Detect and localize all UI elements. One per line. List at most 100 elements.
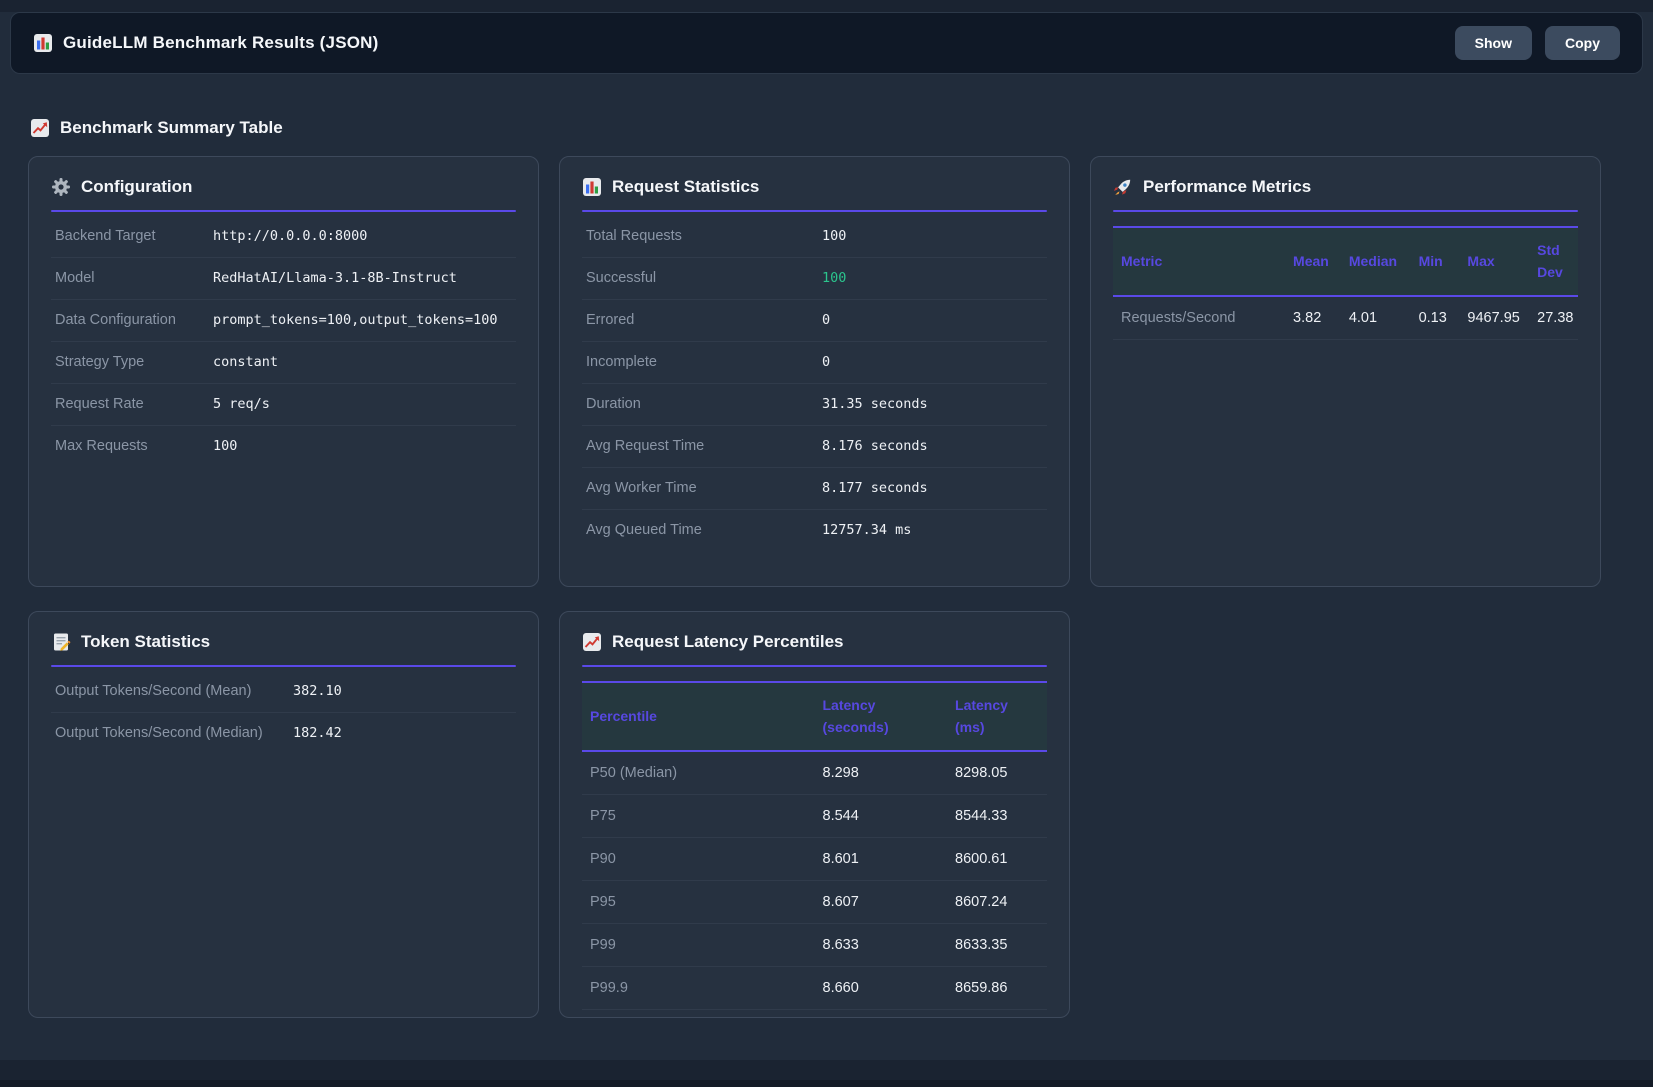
performance-metrics-table: MetricMeanMedianMinMaxStd DevRequests/Se… — [1113, 226, 1578, 340]
stat-value: 100 — [822, 228, 846, 244]
value-cell: 8298.05 — [947, 751, 1047, 795]
stat-value: 0 — [822, 312, 830, 328]
header-title-group: GuideLLM Benchmark Results (JSON) — [33, 33, 379, 53]
value-cell: 9467.95 — [1459, 296, 1529, 340]
stat-value: 0 — [822, 354, 830, 370]
rocket-icon — [1113, 177, 1133, 197]
stat-value: 100 — [213, 438, 237, 454]
header-bar: GuideLLM Benchmark Results (JSON) Show C… — [10, 12, 1643, 74]
stat-row: Output Tokens/Second (Median)182.42 — [51, 713, 516, 754]
bar-chart-icon — [582, 177, 602, 197]
stat-label: Errored — [586, 312, 822, 328]
request-statistics-stats: Total Requests100Successful100Errored0In… — [582, 216, 1047, 551]
stat-label: Output Tokens/Second (Mean) — [55, 683, 293, 699]
stat-value: 8.177 seconds — [822, 480, 928, 496]
stat-row: Avg Request Time8.176 seconds — [582, 426, 1047, 468]
gear-icon — [51, 177, 71, 197]
value-cell: 27.38 — [1529, 296, 1578, 340]
row-label-cell: P90 — [582, 838, 815, 881]
memo-icon — [51, 632, 71, 652]
row-label-cell: P95 — [582, 881, 815, 924]
row-label-cell: P99.9 — [582, 967, 815, 1010]
column-header: Min — [1411, 227, 1460, 296]
value-cell: 8600.61 — [947, 838, 1047, 881]
stat-value: http://0.0.0.0:8000 — [213, 228, 367, 244]
stat-label: Max Requests — [55, 438, 213, 454]
column-header: Max — [1459, 227, 1529, 296]
stat-label: Backend Target — [55, 228, 213, 244]
value-cell: 8633.35 — [947, 924, 1047, 967]
stat-row: Backend Targethttp://0.0.0.0:8000 — [51, 216, 516, 258]
stat-value: constant — [213, 354, 278, 370]
cards-grid: Configuration Backend Targethttp://0.0.0… — [28, 156, 1601, 1018]
row-label-cell: P50 (Median) — [582, 751, 815, 795]
performance-metrics-card-title: Performance Metrics — [1113, 177, 1578, 197]
value-cell: 8.601 — [815, 838, 948, 881]
stat-label: Duration — [586, 396, 822, 412]
performance-metrics-card: Performance Metrics MetricMeanMedianMinM… — [1090, 156, 1601, 587]
stat-value: 182.42 — [293, 725, 342, 741]
value-cell: 3.82 — [1285, 296, 1341, 340]
row-label-cell: Requests/Second — [1113, 296, 1285, 340]
value-cell: 0.13 — [1411, 296, 1460, 340]
card-title: Token Statistics — [81, 632, 210, 652]
value-cell: 8.298 — [815, 751, 948, 795]
row-label-cell: P99 — [582, 924, 815, 967]
column-header: Latency (ms) — [947, 682, 1047, 751]
stat-row: Data Configurationprompt_tokens=100,outp… — [51, 300, 516, 342]
stat-row: Request Rate5 req/s — [51, 384, 516, 426]
stat-row: Total Requests100 — [582, 216, 1047, 258]
stat-label: Data Configuration — [55, 312, 213, 328]
token-statistics-card-title: Token Statistics — [51, 632, 516, 652]
column-header: Mean — [1285, 227, 1341, 296]
section-heading: Benchmark Summary Table — [30, 118, 1653, 138]
copy-button[interactable]: Copy — [1545, 26, 1620, 60]
stat-label: Strategy Type — [55, 354, 213, 370]
accent-divider — [51, 210, 516, 212]
accent-divider — [582, 665, 1047, 667]
value-cell: 8.607 — [815, 881, 948, 924]
table-row: P958.6078607.24 — [582, 881, 1047, 924]
bottom-strip — [0, 1080, 1653, 1087]
stat-value: 5 req/s — [213, 396, 270, 412]
accent-divider — [1113, 210, 1578, 212]
stat-label: Avg Worker Time — [586, 480, 822, 496]
table-row: P99.98.6608659.86 — [582, 967, 1047, 1010]
table-header-row: PercentileLatency (seconds)Latency (ms) — [582, 682, 1047, 751]
table-row: P758.5448544.33 — [582, 795, 1047, 838]
accent-divider — [51, 665, 516, 667]
table-header-row: MetricMeanMedianMinMaxStd Dev — [1113, 227, 1578, 296]
value-cell: 8.660 — [815, 967, 948, 1010]
accent-divider — [582, 210, 1047, 212]
table-row: Requests/Second3.824.010.139467.9527.38 — [1113, 296, 1578, 340]
table-row: P908.6018600.61 — [582, 838, 1047, 881]
show-button[interactable]: Show — [1455, 26, 1532, 60]
stat-row: Max Requests100 — [51, 426, 516, 467]
stat-label: Incomplete — [586, 354, 822, 370]
stat-row: Avg Queued Time12757.34 ms — [582, 510, 1047, 551]
page: GuideLLM Benchmark Results (JSON) Show C… — [0, 12, 1653, 1060]
column-header: Percentile — [582, 682, 815, 751]
stat-label: Total Requests — [586, 228, 822, 244]
section-title: Benchmark Summary Table — [60, 118, 283, 138]
column-header: Latency (seconds) — [815, 682, 948, 751]
card-title: Request Latency Percentiles — [612, 632, 843, 652]
column-header: Metric — [1113, 227, 1285, 296]
latency-percentiles-card: Request Latency Percentiles PercentileLa… — [559, 611, 1070, 1018]
card-title: Request Statistics — [612, 177, 759, 197]
stat-label: Output Tokens/Second (Median) — [55, 725, 293, 741]
column-header: Std Dev — [1529, 227, 1578, 296]
request-statistics-card: Request Statistics Total Requests100Succ… — [559, 156, 1070, 587]
stat-label: Successful — [586, 270, 822, 286]
stat-row: Incomplete0 — [582, 342, 1047, 384]
column-header: Median — [1341, 227, 1411, 296]
token-statistics-stats: Output Tokens/Second (Mean)382.10Output … — [51, 671, 516, 754]
value-cell: 8607.24 — [947, 881, 1047, 924]
stat-row: ModelRedHatAI/Llama-3.1-8B-Instruct — [51, 258, 516, 300]
configuration-card-title: Configuration — [51, 177, 516, 197]
stat-label: Model — [55, 270, 213, 286]
configuration-card: Configuration Backend Targethttp://0.0.0… — [28, 156, 539, 587]
stat-value: 12757.34 ms — [822, 522, 911, 538]
stat-value: 100 — [822, 270, 846, 286]
row-label-cell: P75 — [582, 795, 815, 838]
